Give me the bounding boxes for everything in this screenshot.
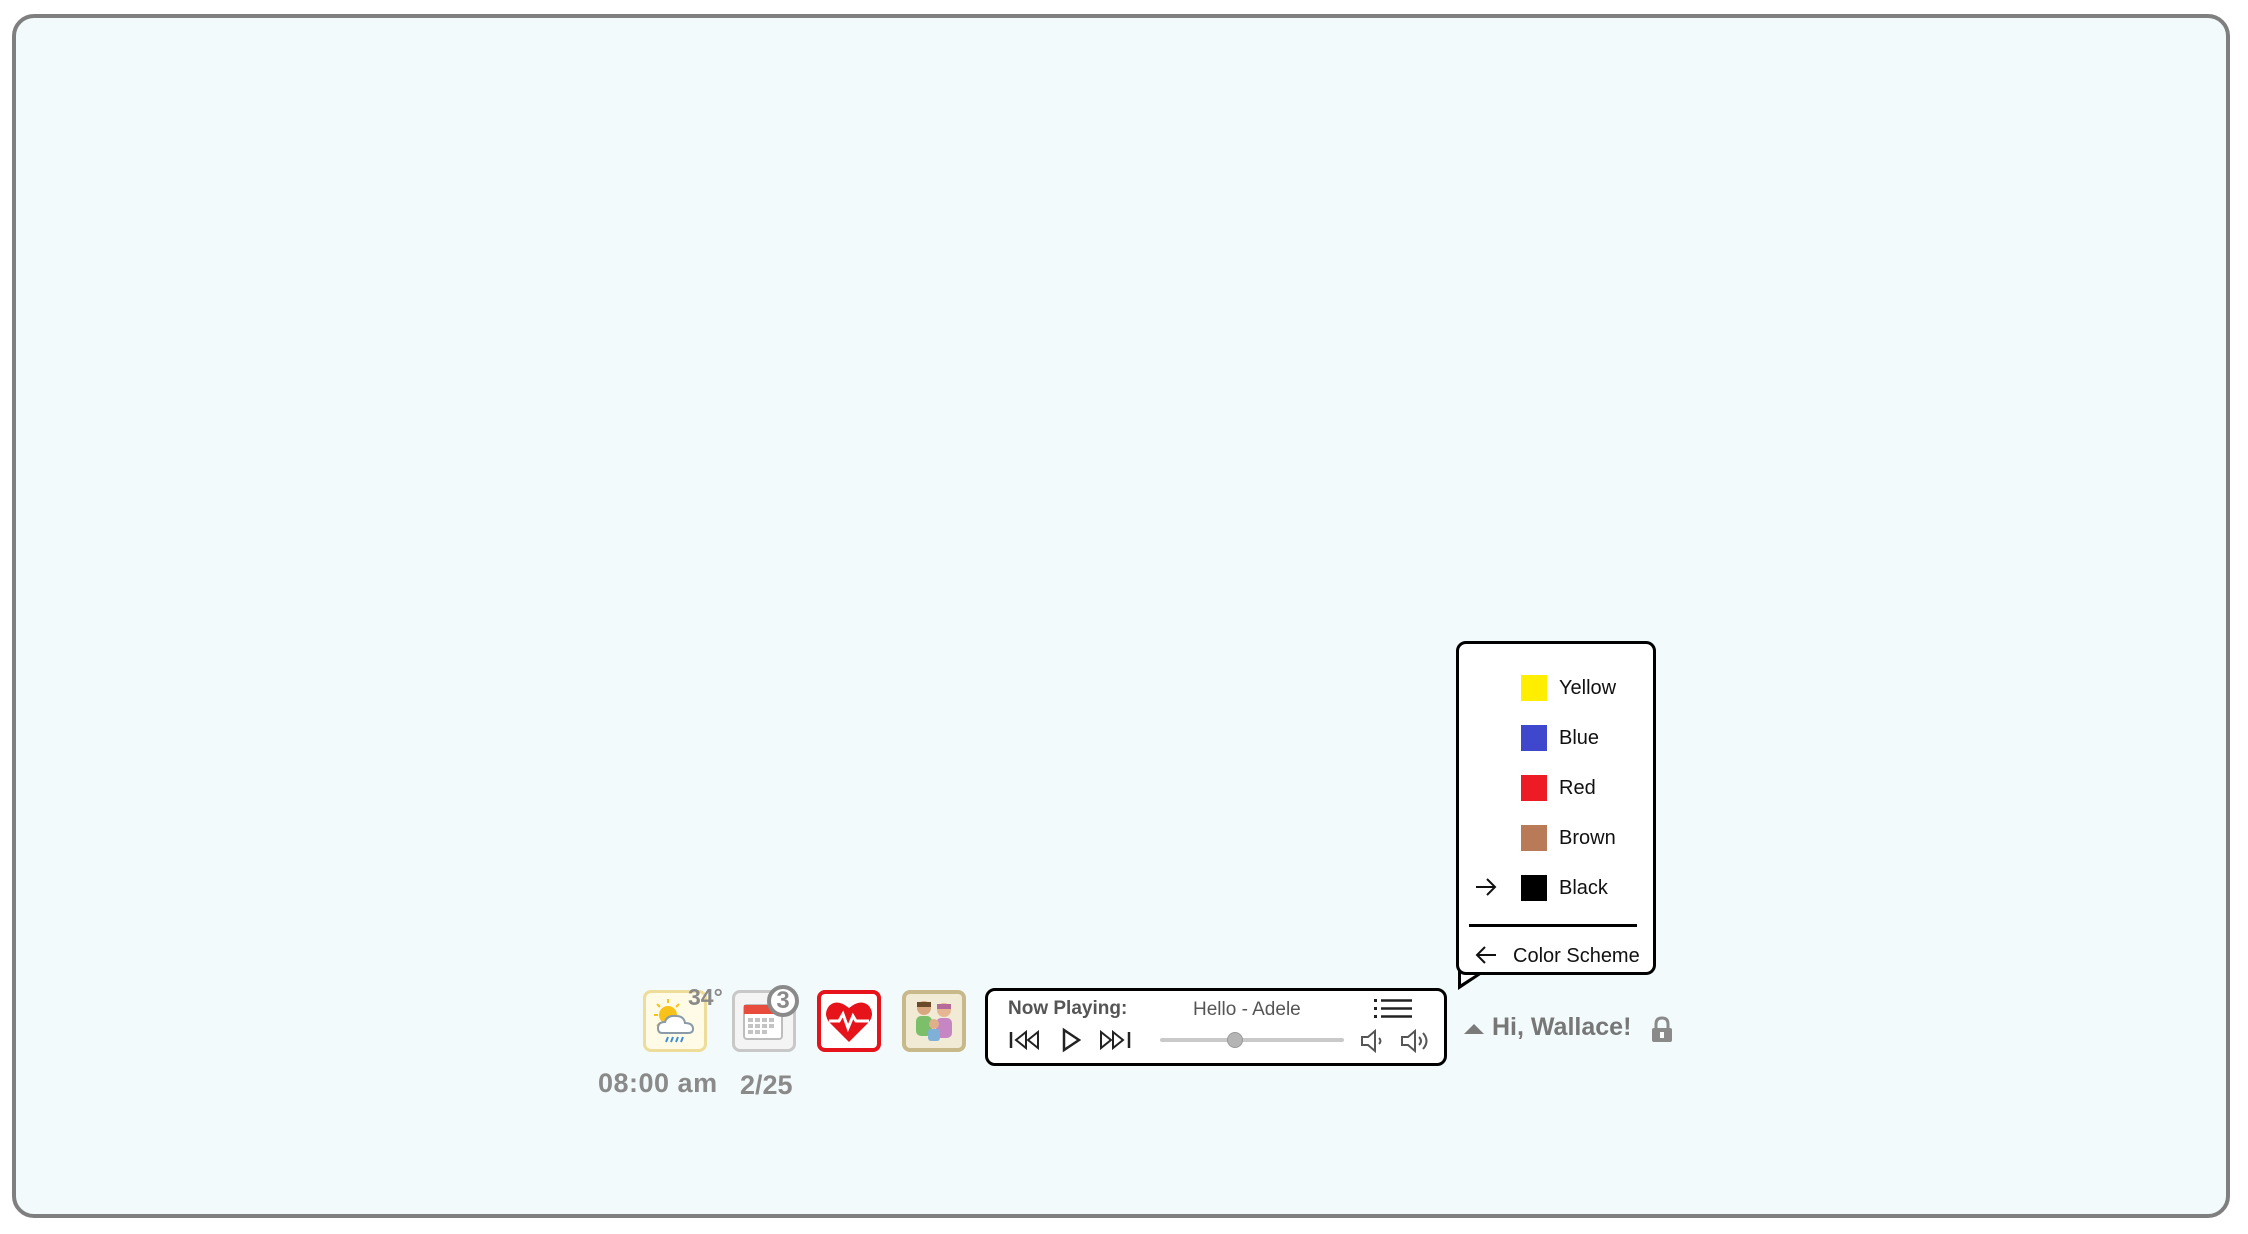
color-option-black[interactable]: Black (1459, 868, 1653, 908)
color-option-label: Brown (1559, 827, 1616, 849)
color-option-brown[interactable]: Brown (1459, 818, 1653, 858)
color-option-yellow[interactable]: Yellow (1459, 668, 1653, 708)
menu-divider (1469, 924, 1637, 927)
blue-swatch (1521, 725, 1547, 751)
color-option-label: Yellow (1559, 677, 1617, 699)
clock-time: 08:00 am (598, 1068, 718, 1098)
music-player: Now Playing: Hello - Adele (985, 988, 1447, 1066)
color-option-label: Black (1559, 877, 1608, 899)
volume-up-icon[interactable] (1400, 1028, 1432, 1054)
heartbeat-icon (826, 1002, 872, 1042)
back-arrow-icon (1475, 946, 1496, 964)
color-scheme-menu: Yellow Blue Red Brown Black Color Scheme (1456, 641, 1656, 975)
volume-down-icon[interactable] (1360, 1028, 1388, 1054)
seek-knob[interactable] (1226, 1032, 1243, 1048)
family-widget[interactable] (902, 990, 966, 1052)
color-option-label: Red (1559, 777, 1596, 799)
color-option-label: Blue (1559, 727, 1600, 749)
playlist-icon[interactable] (1374, 997, 1414, 1021)
caret-up-icon (1464, 1024, 1484, 1034)
color-option-red[interactable]: Red (1459, 768, 1653, 808)
black-swatch (1521, 875, 1547, 901)
color-scheme-label: Color Scheme (1513, 945, 1640, 967)
yellow-swatch (1521, 675, 1547, 701)
color-scheme-back-button[interactable]: Color Scheme (1459, 937, 1653, 973)
seek-bar[interactable] (1160, 1032, 1344, 1048)
user-greeting: Hi, Wallace! (1492, 1013, 1632, 1041)
color-option-blue[interactable]: Blue (1459, 718, 1653, 758)
next-track-icon[interactable] (1096, 1027, 1132, 1053)
lock-icon[interactable] (1650, 1016, 1674, 1044)
brown-swatch (1521, 825, 1547, 851)
play-icon[interactable] (1060, 1027, 1082, 1053)
temperature-label: 34° (688, 984, 723, 1010)
selected-arrow-icon (1476, 878, 1497, 896)
red-swatch (1521, 775, 1547, 801)
track-title: Hello - Adele (1193, 999, 1301, 1020)
now-playing-label: Now Playing: (1008, 998, 1128, 1019)
calendar-notification-badge: 3 (767, 985, 799, 1017)
previous-track-icon[interactable] (1008, 1027, 1044, 1053)
health-widget[interactable] (817, 990, 881, 1052)
date-label: 2/25 (740, 1070, 793, 1100)
family-icon (916, 1001, 952, 1041)
